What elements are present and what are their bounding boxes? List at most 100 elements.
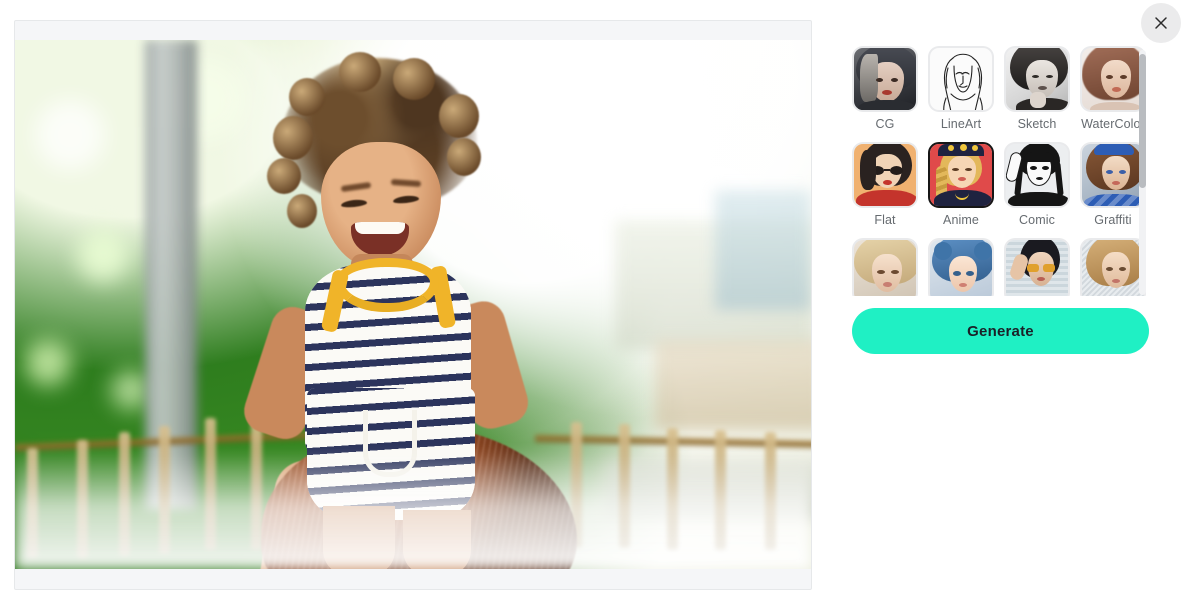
portrait-body (1090, 102, 1142, 110)
child-hair-curl (339, 52, 381, 92)
portrait-eye (1106, 267, 1113, 271)
child-hair-curl (289, 78, 325, 116)
style-thumbnail-row3-3[interactable] (1004, 238, 1070, 296)
portrait-eye (965, 168, 972, 171)
style-label: Sketch (1017, 117, 1057, 131)
style-thumbnail-flat[interactable] (852, 142, 918, 208)
portrait-eye (1030, 166, 1037, 170)
portrait-eye (1046, 75, 1053, 78)
style-grid: CG LineArt Sketch WaterColor Flat Anime … (852, 46, 1146, 296)
thumbnail-art (1006, 240, 1068, 296)
thumbnail-art (1082, 240, 1144, 296)
style-option-lineart[interactable]: LineArt (928, 46, 994, 138)
portrait-eye (1106, 75, 1113, 79)
style-thumbnail-anime[interactable] (928, 142, 994, 208)
style-option-sketch[interactable]: Sketch (1004, 46, 1070, 138)
style-label: Flat (874, 213, 896, 227)
portrait-body (1008, 192, 1068, 206)
style-option-row3-2[interactable] (928, 238, 994, 296)
portrait-eye (1042, 166, 1049, 170)
style-option-flat[interactable]: Flat (852, 142, 918, 234)
portrait-eye (1032, 75, 1039, 78)
portrait-eye (1119, 170, 1126, 174)
bokeh-highlight (35, 100, 105, 170)
lineart-drawing-icon (943, 53, 983, 110)
background-building (655, 340, 811, 430)
portrait-headdress-gem (960, 144, 967, 151)
photo-foreground-haze (15, 449, 811, 569)
style-thumbnail-graffiti[interactable] (1080, 142, 1146, 208)
style-label: WaterColor (1081, 117, 1145, 131)
portrait-eye (966, 271, 974, 276)
bokeh-highlight (25, 340, 71, 386)
portrait-sunglasses-icon (1027, 264, 1055, 272)
style-option-row3-3[interactable] (1004, 238, 1070, 296)
portrait-eye (891, 78, 898, 82)
thumbnail-art (854, 48, 916, 110)
style-option-cg[interactable]: CG (852, 46, 918, 138)
thumbnail-art (854, 144, 916, 206)
style-picker-list[interactable]: CG LineArt Sketch WaterColor Flat Anime … (852, 46, 1148, 296)
portrait-lips (1038, 86, 1047, 90)
thumbnail-art (930, 240, 992, 296)
style-thumbnail-watercolor[interactable] (1080, 46, 1146, 112)
portrait-lips (883, 282, 892, 287)
portrait-eye (1106, 170, 1113, 174)
portrait-hair-strand (1054, 161, 1064, 197)
portrait-headdress-gem (972, 145, 978, 151)
portrait-lips (883, 180, 892, 185)
portrait-hand (1030, 92, 1046, 108)
style-thumbnail-lineart[interactable] (928, 46, 994, 112)
portrait-eye (876, 78, 883, 82)
image-preview-panel (14, 20, 812, 590)
portrait-body (858, 100, 916, 110)
preview-image-frame (15, 40, 811, 569)
thumbnail-art (1082, 144, 1144, 206)
style-thumbnail-row3-1[interactable] (852, 238, 918, 296)
generate-button[interactable]: Generate (852, 308, 1149, 354)
style-option-row3-4[interactable] (1080, 238, 1146, 296)
child-hair-curl (393, 58, 435, 100)
style-list-scrollbar-thumb[interactable] (1139, 54, 1146, 188)
child-hair-curl (267, 158, 301, 194)
portrait-eye (953, 271, 961, 276)
style-thumbnail-row3-4[interactable] (1080, 238, 1146, 296)
bokeh-highlight (77, 230, 129, 282)
portrait-eye (891, 270, 899, 274)
child-hair-curl (439, 94, 479, 138)
thumbnail-art (854, 240, 916, 296)
thumbnail-art (1082, 48, 1144, 110)
style-thumbnail-sketch[interactable] (1004, 46, 1070, 112)
style-option-watercolor[interactable]: WaterColor (1080, 46, 1146, 138)
style-option-graffiti[interactable]: Graffiti (1080, 142, 1146, 234)
thumbnail-art (930, 144, 992, 206)
portrait-eye (1120, 75, 1127, 79)
portrait-hair-bun (974, 242, 992, 260)
portrait-lips (1036, 177, 1043, 180)
portrait-hair (860, 54, 878, 102)
portrait-body (1084, 194, 1144, 206)
thumbnail-art (1006, 144, 1068, 206)
portrait-headdress-gem (948, 145, 954, 151)
portrait-lips (882, 90, 892, 95)
style-thumbnail-row3-2[interactable] (928, 238, 994, 296)
portrait-eye (1119, 267, 1126, 271)
style-list-scrollbar[interactable] (1139, 50, 1146, 295)
close-x-icon (1155, 17, 1167, 29)
child-hair-curl (273, 116, 313, 160)
portrait-hair-bun (934, 242, 952, 260)
close-button[interactable] (1141, 3, 1181, 43)
source-photo[interactable] (15, 40, 811, 569)
portrait-lips (1037, 277, 1045, 281)
portrait-lips (1112, 87, 1121, 92)
style-thumbnail-comic[interactable] (1004, 142, 1070, 208)
style-option-row3-1[interactable] (852, 238, 918, 296)
portrait-body (856, 190, 916, 206)
portrait-eye (952, 168, 959, 171)
thumbnail-art (1006, 48, 1068, 110)
style-thumbnail-cg[interactable] (852, 46, 918, 112)
style-option-anime[interactable]: Anime (928, 142, 994, 234)
style-option-comic[interactable]: Comic (1004, 142, 1070, 234)
portrait-lips (958, 177, 966, 181)
child-teeth (355, 222, 405, 234)
